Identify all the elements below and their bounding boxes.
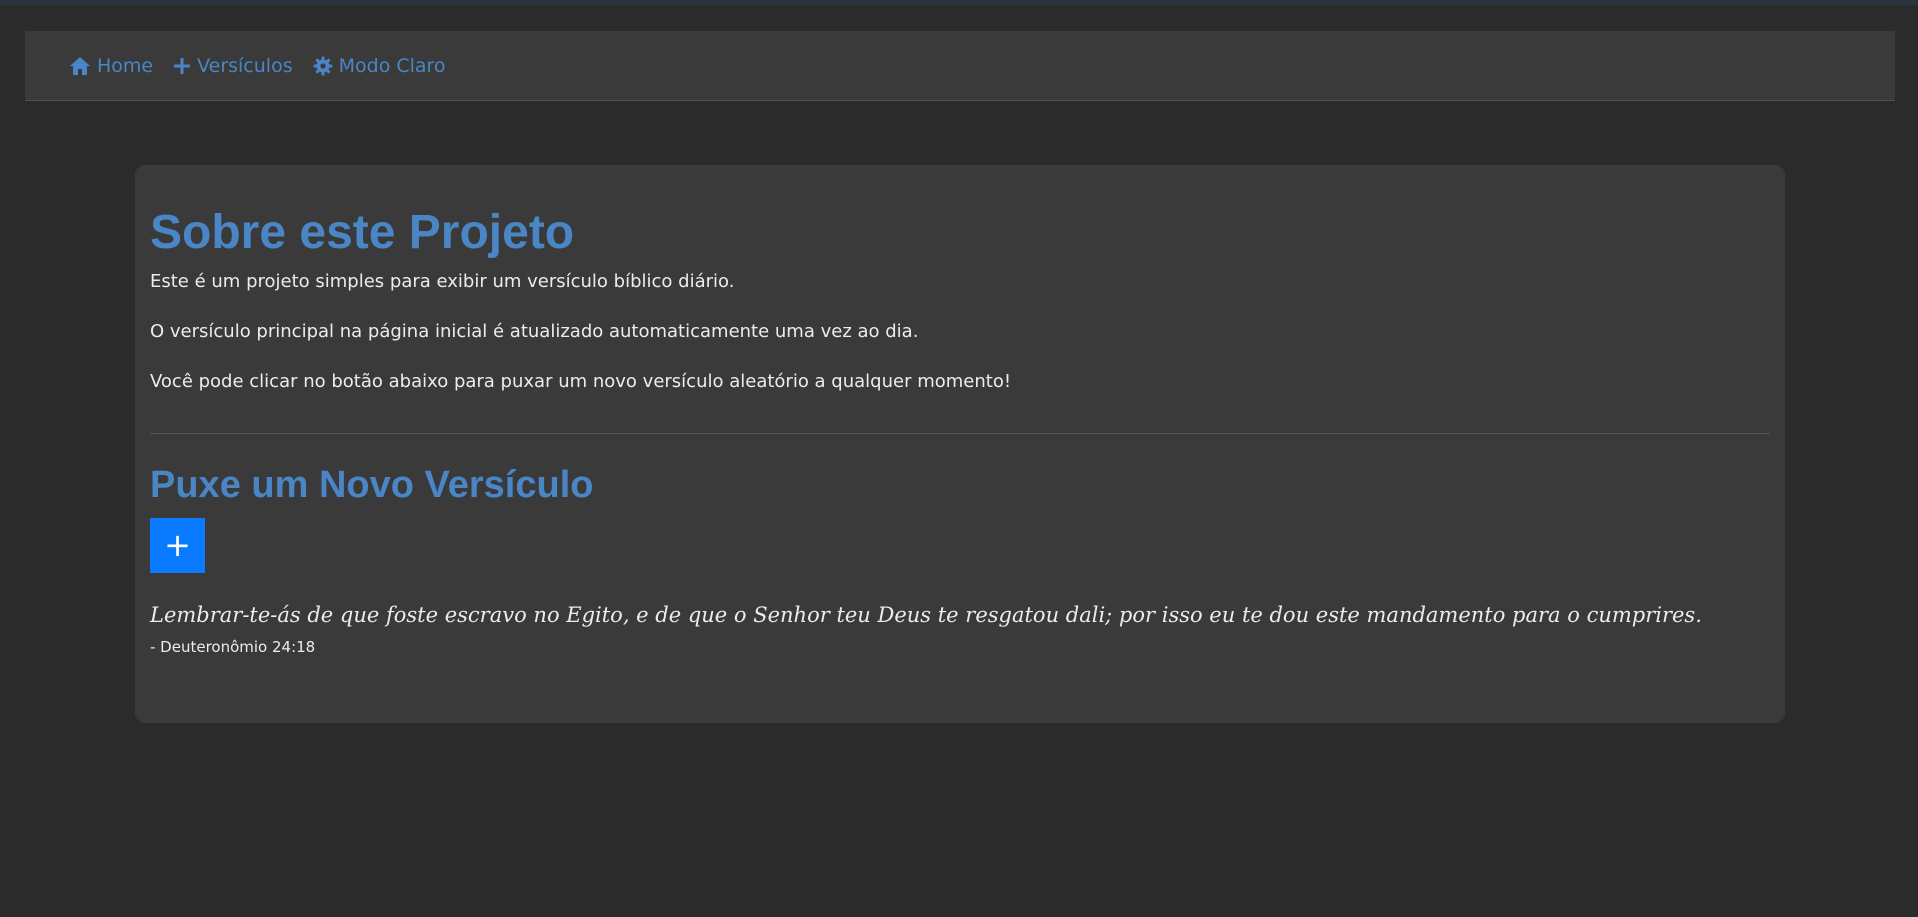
nav-versiculos-link[interactable]: Versículos bbox=[173, 55, 293, 77]
nav-theme-toggle-link[interactable]: Modo Claro bbox=[313, 55, 446, 77]
about-paragraph: Você pode clicar no botão abaixo para pu… bbox=[150, 371, 1012, 392]
new-verse-button[interactable]: + bbox=[150, 518, 205, 573]
section-divider bbox=[150, 433, 1770, 434]
home-icon bbox=[69, 56, 91, 76]
navbar: Home Versículos Modo Claro bbox=[25, 31, 1895, 101]
nav-home-link[interactable]: Home bbox=[69, 55, 153, 77]
nav-theme-toggle-label: Modo Claro bbox=[338, 54, 446, 77]
new-verse-title: Puxe um Novo Versículo bbox=[150, 464, 594, 506]
verse-reference: - Deuteronômio 24:18 bbox=[150, 638, 316, 656]
nav-home-label: Home bbox=[97, 54, 154, 77]
plus-icon bbox=[173, 57, 191, 75]
nav-versiculos-label: Versículos bbox=[197, 54, 293, 77]
about-paragraph: Este é um projeto simples para exibir um… bbox=[150, 271, 735, 292]
verse-text: Lembrar-te-ás de que foste escravo no Eg… bbox=[150, 603, 1702, 627]
gear-icon bbox=[313, 56, 333, 76]
window-top-strip bbox=[0, 0, 1918, 5]
about-paragraph: O versículo principal na página inicial … bbox=[150, 321, 919, 342]
about-card: Sobre este Projeto Este é um projeto sim… bbox=[135, 165, 1785, 723]
about-title: Sobre este Projeto bbox=[150, 206, 575, 259]
